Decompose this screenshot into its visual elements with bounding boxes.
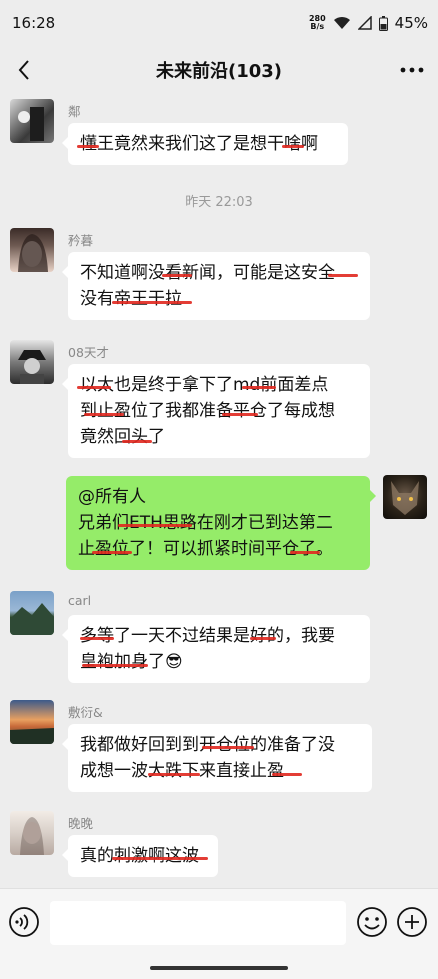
- message-line: 兄弟们ETH思路在刚才已到达第二: [78, 513, 333, 533]
- message-bubble[interactable]: 不知道啊没看新闻，可能是这安全 没有帝王干拉: [62, 252, 370, 320]
- avatar-image: [10, 728, 54, 744]
- message-line: 我都做好回到到开仓位的准备了没: [80, 735, 335, 755]
- message-bubble[interactable]: 多等了一天不过结果是好的，我要 皇袍加身了😎: [62, 615, 370, 683]
- home-indicator[interactable]: [150, 966, 288, 970]
- avatar-image: [391, 481, 419, 515]
- redaction-mark: [290, 551, 320, 554]
- emoji-button[interactable]: [356, 906, 388, 938]
- more-button[interactable]: [396, 56, 428, 84]
- avatar[interactable]: [10, 591, 54, 635]
- chevron-left-icon: [18, 60, 29, 80]
- redaction-mark: [92, 551, 132, 554]
- redaction-mark: [162, 274, 192, 277]
- timestamp: 昨天 22:03: [185, 195, 253, 210]
- message-line: 多等了一天不过结果是好的，我要: [80, 626, 335, 646]
- battery-percent: 45%: [394, 14, 428, 32]
- sender-name: 晚晚: [68, 816, 94, 831]
- sender-name: 08天才: [68, 345, 109, 360]
- avatar-image: [18, 350, 46, 384]
- status-icons: 280 B/s 45%: [309, 14, 428, 32]
- avatar[interactable]: [10, 700, 54, 744]
- message-bubble[interactable]: @所有人 兄弟们ETH思路在刚才已到达第二 止盈位了！可以抓紧时间平仓了。: [66, 476, 376, 570]
- network-speed: 280 B/s: [308, 14, 326, 31]
- plus-icon: [397, 907, 427, 937]
- sender-name: 矜暮: [68, 233, 94, 248]
- sender-name: carl: [68, 593, 92, 608]
- avatar-image: [18, 107, 44, 141]
- redaction-mark: [118, 524, 192, 527]
- redaction-mark: [148, 773, 200, 776]
- message-line: 以太也是终于拿下了md前面差点: [80, 375, 329, 395]
- message-bubble[interactable]: 懂王竟然来我们这了是想干啥啊: [62, 123, 348, 165]
- message-line: @所有人: [78, 487, 146, 507]
- status-bar: 16:28 280 B/s 45%: [0, 0, 438, 46]
- message-line: 真的刺激啊这波: [80, 846, 199, 866]
- chat-title: 未来前沿(103): [155, 61, 283, 82]
- redaction-mark: [222, 413, 258, 416]
- back-button[interactable]: [10, 56, 38, 84]
- avatar[interactable]: [10, 99, 54, 143]
- message-bubble[interactable]: 以太也是终于拿下了md前面差点 到止盈位了我都准备平仓了每成想 竟然回头了: [62, 364, 370, 458]
- voice-icon: [9, 907, 39, 937]
- message-input[interactable]: [50, 901, 346, 945]
- chat-header: 未来前沿(103): [0, 46, 438, 94]
- redaction-mark: [250, 637, 276, 640]
- redaction-mark: [112, 857, 208, 860]
- redaction-mark: [112, 301, 192, 304]
- message-bubble[interactable]: 真的刺激啊这波: [62, 835, 218, 877]
- avatar[interactable]: [10, 811, 54, 855]
- redaction-mark: [82, 664, 148, 667]
- redaction-mark: [80, 637, 114, 640]
- signal-icon: [357, 16, 372, 30]
- redaction-mark: [242, 386, 276, 389]
- message-line: 竟然回头了: [80, 427, 165, 447]
- message-bubble[interactable]: 我都做好回到到开仓位的准备了没 成想一波大跌下来直接止盈: [62, 724, 372, 792]
- sender-name: 鄰: [68, 104, 81, 119]
- more-dots-icon: [400, 67, 424, 73]
- message-line: 不知道啊没看新闻，可能是这安全: [80, 263, 335, 283]
- message-line: 成想一波大跌下来直接止盈: [80, 761, 284, 781]
- emoji-icon: [357, 907, 387, 937]
- redaction-mark: [122, 440, 152, 443]
- avatar-image: [18, 234, 48, 272]
- avatar[interactable]: [383, 475, 427, 519]
- avatar-image: [20, 817, 44, 855]
- redaction-mark: [84, 413, 124, 416]
- more-functions-button[interactable]: [396, 906, 428, 938]
- voice-button[interactable]: [8, 906, 40, 938]
- message-line: 懂王竟然来我们这了是想干啥啊: [80, 134, 318, 154]
- avatar-image: [10, 603, 54, 635]
- avatar[interactable]: [10, 340, 54, 384]
- redaction-mark: [272, 773, 302, 776]
- redaction-mark: [202, 746, 254, 749]
- message-line: 止盈位了！可以抓紧时间平仓了。: [78, 539, 333, 559]
- message-line: 没有帝王干拉: [80, 289, 182, 309]
- redaction-mark: [282, 145, 304, 148]
- wifi-icon: [333, 16, 350, 29]
- redaction-mark: [77, 145, 99, 148]
- status-time: 16:28: [12, 14, 56, 32]
- message-line: 皇袍加身了😎: [80, 652, 183, 672]
- avatar[interactable]: [10, 228, 54, 272]
- message-line: 到止盈位了我都准备平仓了每成想: [80, 401, 335, 421]
- sender-name: 敷衍&: [68, 705, 103, 720]
- battery-icon: [378, 15, 388, 31]
- redaction-mark: [328, 274, 358, 277]
- redaction-mark: [77, 386, 111, 389]
